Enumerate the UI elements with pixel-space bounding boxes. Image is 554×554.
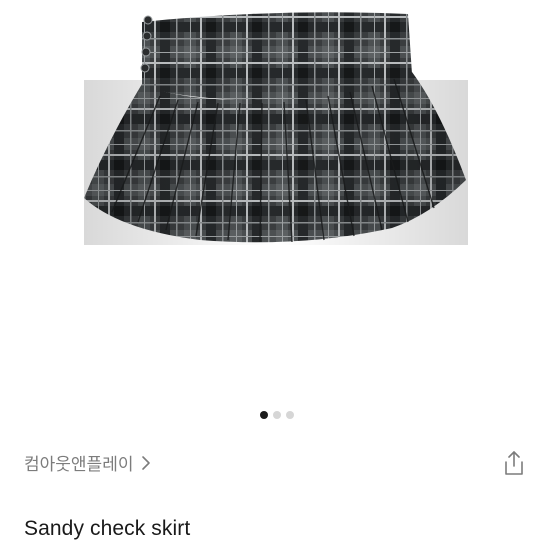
share-icon[interactable] [502,449,526,477]
chevron-right-icon [142,455,151,470]
brand-name: 컴아웃앤플레이 [24,455,134,475]
product-title: Sandy check skirt [24,517,191,540]
pager-dot[interactable] [286,411,294,419]
image-pager[interactable] [0,411,554,419]
skirt-illustration [84,12,468,245]
pager-dot[interactable] [273,411,281,419]
brand-link[interactable]: 컴아웃앤플레이 [24,450,151,475]
product-image[interactable] [0,0,554,395]
pager-dot-active[interactable] [260,411,268,419]
